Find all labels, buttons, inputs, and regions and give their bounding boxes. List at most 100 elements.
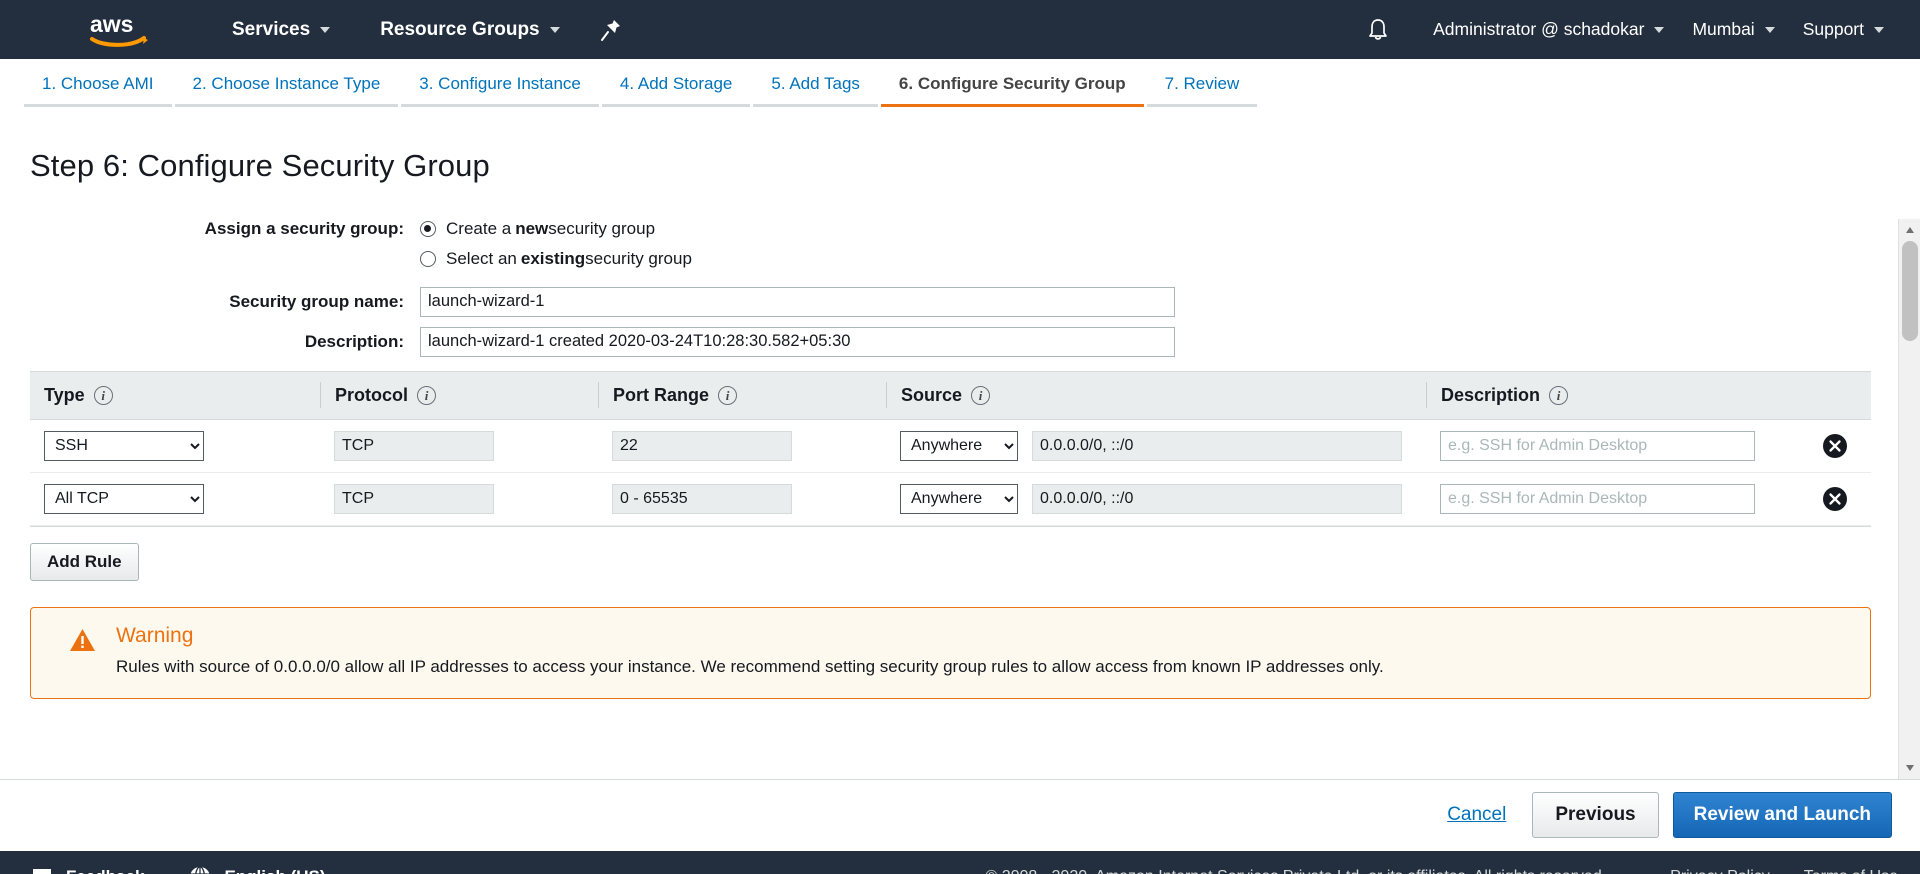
- radio-new-text-pre: Create a: [446, 218, 512, 238]
- security-group-name-row: Security group name:: [0, 286, 1880, 317]
- cell-description: [1426, 483, 1808, 514]
- wizard-tab-7[interactable]: 7. Review: [1146, 75, 1258, 107]
- pin-icon[interactable]: [600, 18, 622, 42]
- main-content-scroll-region: Assign a security group: Create a new se…: [0, 218, 1920, 779]
- security-group-name-label: Security group name:: [229, 291, 404, 311]
- rule-type-select-0[interactable]: SSH: [44, 430, 204, 461]
- region-menu[interactable]: Mumbai: [1678, 0, 1788, 59]
- radio-existing-text-bold: existing: [520, 248, 586, 268]
- assign-security-group-label: Assign a security group:: [204, 218, 404, 238]
- select-existing-security-group-row: Select an existing security group: [0, 249, 1880, 269]
- aws-logo-icon: aws: [90, 11, 148, 47]
- feedback-label: Feedback: [66, 867, 144, 874]
- rule-protocol-input-0: [334, 430, 494, 461]
- review-and-launch-button[interactable]: Review and Launch: [1672, 792, 1892, 839]
- header-description-label: Description: [1441, 384, 1541, 405]
- wizard-tab-2[interactable]: 2. Choose Instance Type: [174, 75, 399, 107]
- table-row: SSH Anywhere: [30, 420, 1871, 473]
- header-source-label: Source: [901, 384, 963, 405]
- wizard-tab-5[interactable]: 5. Add Tags: [753, 75, 878, 107]
- feedback-button[interactable]: Feedback: [30, 865, 144, 874]
- radio-existing-text-post: security group: [585, 248, 692, 268]
- chevron-up-icon: [1906, 226, 1914, 233]
- security-group-description-row: Description:: [0, 326, 1880, 357]
- delete-circle-icon-0[interactable]: [1822, 433, 1848, 459]
- cell-delete: [1808, 433, 1868, 459]
- cell-description: [1426, 430, 1808, 461]
- wizard-tab-3[interactable]: 3. Configure Instance: [401, 75, 599, 107]
- scroll-down-arrow[interactable]: [1899, 757, 1920, 779]
- region-label: Mumbai: [1692, 19, 1755, 39]
- security-group-rules-table: Type i Protocol i Port Range i Source i …: [30, 370, 1871, 527]
- radio-create-new-security-group[interactable]: Create a new security group: [420, 219, 655, 239]
- security-group-description-input[interactable]: [420, 326, 1175, 357]
- chevron-down-icon: [1654, 26, 1665, 33]
- top-navigation-right: Administrator @ schadokar Mumbai Support: [1365, 0, 1920, 59]
- aws-logo[interactable]: aws: [88, 11, 150, 49]
- cell-type: SSH: [30, 430, 320, 461]
- language-label: English (US): [224, 867, 325, 874]
- scrollbar-thumb[interactable]: [1902, 240, 1918, 341]
- radio-new-text-bold: new: [515, 218, 549, 238]
- rule-type-select-1[interactable]: All TCP: [44, 483, 204, 514]
- globe-icon: [190, 865, 211, 874]
- info-icon-source[interactable]: i: [971, 385, 991, 405]
- page-title: Step 6: Configure Security Group: [30, 147, 490, 183]
- security-group-name-input[interactable]: [420, 286, 1175, 317]
- rule-cidr-input-0: [1032, 430, 1402, 461]
- rule-source-select-1[interactable]: Anywhere: [900, 483, 1018, 514]
- radio-existing-indicator[interactable]: [420, 250, 436, 267]
- cell-delete: [1808, 486, 1868, 512]
- wizard-tab-1[interactable]: 1. Choose AMI: [24, 75, 172, 107]
- wizard-tab-6[interactable]: 6. Configure Security Group: [880, 75, 1144, 107]
- main-content: Assign a security group: Create a new se…: [0, 219, 1920, 700]
- chevron-down-icon: [320, 26, 331, 33]
- header-delete: [1808, 382, 1868, 408]
- rules-table-header-row: Type i Protocol i Port Range i Source i …: [30, 371, 1871, 420]
- info-icon-type[interactable]: i: [93, 385, 113, 405]
- support-label: Support: [1802, 19, 1864, 39]
- previous-button[interactable]: Previous: [1532, 792, 1659, 839]
- terms-of-use-link[interactable]: Terms of Use: [1804, 868, 1898, 874]
- radio-new-indicator[interactable]: [420, 220, 436, 237]
- rule-description-input-0[interactable]: [1440, 430, 1755, 461]
- account-menu[interactable]: Administrator @ schadokar: [1419, 0, 1678, 59]
- footer-bar: Feedback English (US) © 2008 - 2020, Ama…: [0, 850, 1920, 874]
- nav-resource-groups[interactable]: Resource Groups: [366, 0, 573, 59]
- support-menu[interactable]: Support: [1789, 0, 1898, 59]
- wizard-tab-4[interactable]: 4. Add Storage: [601, 75, 751, 107]
- security-group-description-label: Description:: [304, 331, 404, 351]
- rule-source-select-0[interactable]: Anywhere: [900, 430, 1018, 461]
- wizard-steps-tabs: 1. Choose AMI 2. Choose Instance Type 3.…: [0, 59, 1920, 107]
- bell-glyph: [1369, 18, 1387, 40]
- radio-new-text-post: security group: [548, 218, 656, 238]
- rule-description-input-1[interactable]: [1440, 483, 1755, 514]
- cell-port-range: [598, 483, 886, 514]
- table-row: All TCP Anywhere: [30, 473, 1871, 526]
- privacy-policy-link[interactable]: Privacy Policy: [1670, 868, 1770, 874]
- assign-security-group-row: Assign a security group: Create a new se…: [0, 219, 1880, 239]
- wizard-action-bar: Cancel Previous Review and Launch: [0, 778, 1920, 851]
- nav-services[interactable]: Services: [218, 0, 344, 59]
- rule-port-range-input-1: [612, 483, 792, 514]
- info-icon-port-range[interactable]: i: [718, 385, 738, 405]
- cell-protocol: [320, 430, 598, 461]
- nav-services-label: Services: [232, 18, 311, 40]
- info-icon-protocol[interactable]: i: [417, 385, 437, 405]
- language-selector[interactable]: English (US): [188, 865, 326, 874]
- vertical-scrollbar[interactable]: [1898, 218, 1920, 779]
- info-icon-description[interactable]: i: [1549, 385, 1569, 405]
- header-port-range-label: Port Range: [613, 384, 710, 405]
- add-rule-button[interactable]: Add Rule: [30, 542, 139, 581]
- cancel-button[interactable]: Cancel: [1447, 804, 1506, 826]
- scroll-up-arrow[interactable]: [1899, 219, 1920, 241]
- delete-circle-icon-1[interactable]: [1822, 486, 1848, 512]
- account-label: Administrator @ schadokar: [1433, 19, 1645, 39]
- radio-select-existing-security-group[interactable]: Select an existing security group: [420, 249, 692, 269]
- header-source: Source i: [886, 382, 1426, 409]
- header-protocol-label: Protocol: [335, 384, 409, 405]
- rule-protocol-input-1: [334, 483, 494, 514]
- notifications-bell-icon[interactable]: [1365, 16, 1391, 44]
- radio-existing-text-pre: Select an: [446, 248, 517, 268]
- chevron-down-icon: [1764, 26, 1775, 33]
